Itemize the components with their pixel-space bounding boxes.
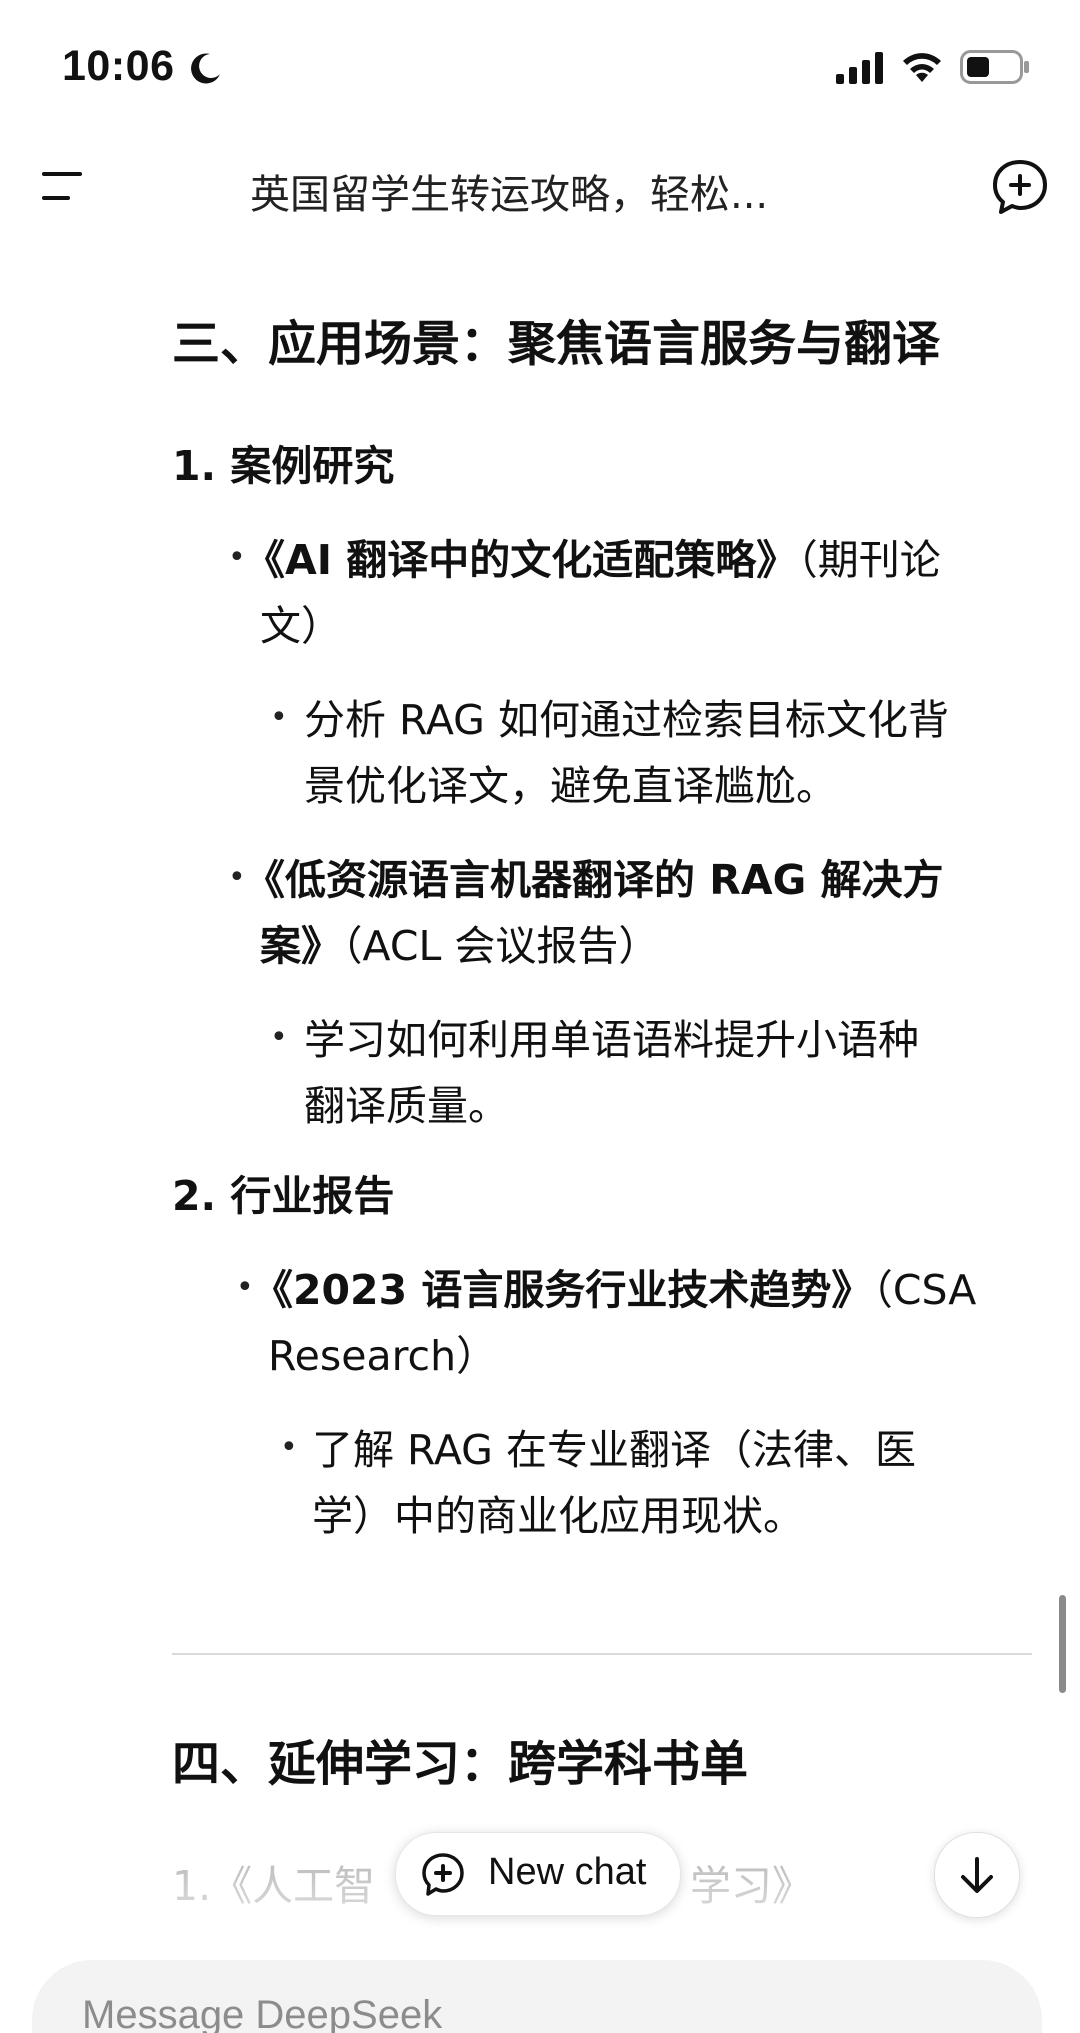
status-bar: 10:06 bbox=[0, 0, 1080, 130]
message-input[interactable] bbox=[80, 1992, 884, 2033]
new-chat-button[interactable]: New chat bbox=[395, 1832, 681, 1916]
scrollbar-thumb[interactable] bbox=[1059, 1595, 1066, 1693]
battery-icon bbox=[960, 50, 1029, 84]
reference-title: 《低资源语言机器翻译的 RAG 解决方 bbox=[244, 856, 944, 904]
reference-note: （ACL 会议报告） bbox=[342, 922, 660, 970]
reference-title-line: 《低资源语言机器翻译的 RAG 解决方 bbox=[244, 846, 944, 906]
reference-detail-cont: 翻译质量。 bbox=[304, 1082, 509, 1130]
list-item-label: 1. 案例研究 bbox=[172, 442, 395, 490]
reference-note-cont: Research） bbox=[268, 1332, 498, 1380]
reference-title-line: 《AI 翻译中的文化适配策略》（期刊论 bbox=[244, 526, 941, 586]
reference-title-cont: 案》 bbox=[260, 922, 342, 970]
list-item-industry-report: 2. 行业报告 bbox=[172, 1162, 394, 1222]
section-4-item-1-end: 学习》 bbox=[690, 1862, 813, 1910]
section-3-heading: 三、应用场景：聚焦语言服务与翻译 bbox=[172, 316, 941, 372]
reference-note: （期刊论 bbox=[797, 536, 941, 584]
reference-detail-cont: 景优化译文，避免直译尴尬。 bbox=[304, 762, 837, 810]
section-divider bbox=[172, 1653, 1032, 1655]
bullet-icon: • bbox=[280, 1430, 298, 1465]
reference-title: 《2023 语言服务行业技术趋势》 bbox=[252, 1266, 873, 1314]
message-composer[interactable] bbox=[32, 1960, 1042, 2033]
bullet-icon: • bbox=[270, 1020, 288, 1055]
chat-header: 英国留学生转运攻略，轻松... bbox=[0, 150, 1080, 230]
status-time: 10:06 bbox=[62, 42, 175, 90]
reference-title-line-cont: 案》（ACL 会议报告） bbox=[260, 912, 659, 972]
chat-screen: 10:06 英国留学生转运攻略，轻松... 三、应用场景：聚焦语言服务与翻译 1… bbox=[0, 0, 1080, 2033]
reference-note: （CSA bbox=[872, 1266, 977, 1314]
reference-note-cont: 文） bbox=[260, 602, 342, 650]
list-item-label: 2. 行业报告 bbox=[172, 1172, 395, 1220]
new-chat-icon[interactable] bbox=[990, 158, 1050, 218]
list-item-case-study: 1. 案例研究 bbox=[172, 432, 394, 492]
moon-icon bbox=[191, 53, 220, 84]
reference-detail: 学习如何利用单语语料提升小语种 bbox=[304, 1016, 919, 1064]
new-chat-icon bbox=[422, 1853, 464, 1896]
signal-icon bbox=[836, 52, 883, 84]
reference-detail: 了解 RAG 在专业翻译（法律、医 bbox=[312, 1426, 916, 1474]
reference-title: 《AI 翻译中的文化适配策略》 bbox=[244, 536, 798, 584]
arrow-down-icon bbox=[961, 1857, 993, 1893]
reference-title-line: 《2023 语言服务行业技术趋势》（CSA bbox=[252, 1256, 976, 1316]
new-chat-label: New chat bbox=[488, 1851, 647, 1893]
wifi-icon bbox=[903, 53, 941, 82]
reference-detail: 分析 RAG 如何通过检索目标文化背 bbox=[304, 696, 949, 744]
section-4-heading: 四、延伸学习：跨学科书单 bbox=[172, 1736, 749, 1792]
chat-title[interactable]: 英国留学生转运攻略，轻松... bbox=[250, 162, 850, 220]
menu-icon[interactable] bbox=[40, 168, 88, 204]
reference-detail-cont: 学）中的商业化应用现状。 bbox=[312, 1492, 804, 1540]
section-4-item-1-start: 1.《人工智 bbox=[172, 1862, 376, 1910]
scroll-to-bottom-button[interactable] bbox=[934, 1832, 1020, 1918]
bullet-icon: • bbox=[270, 700, 288, 735]
